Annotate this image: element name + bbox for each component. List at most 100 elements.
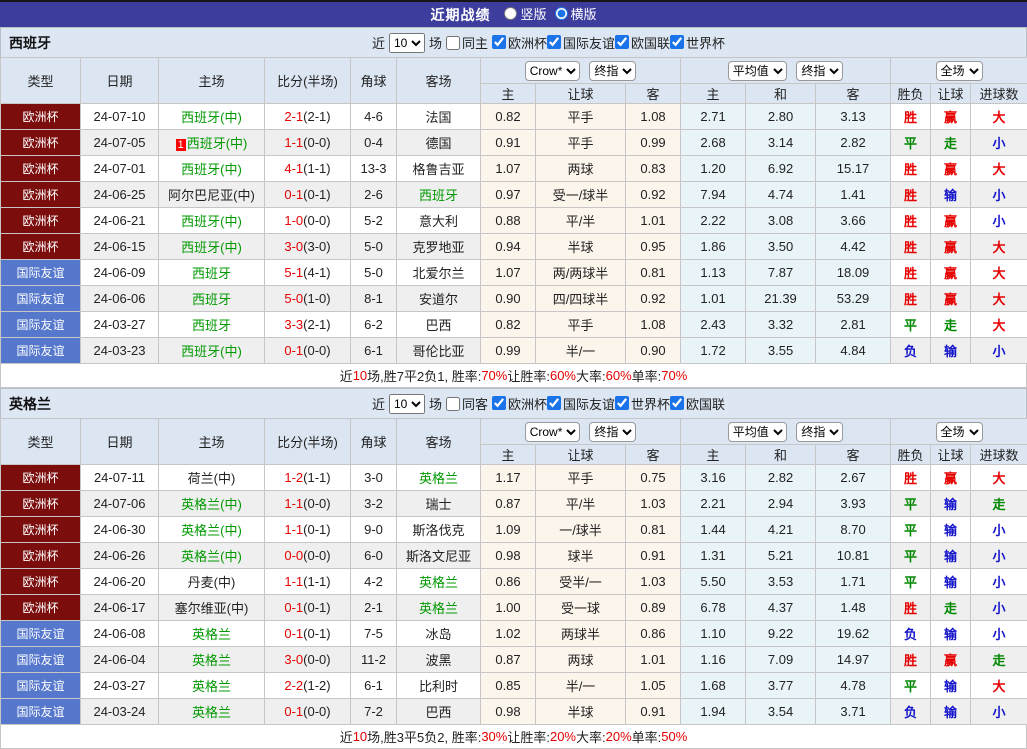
- league-checkbox[interactable]: [615, 35, 629, 49]
- away-team-link[interactable]: 克罗地亚: [412, 240, 464, 255]
- handicap-away-odds-cell: 0.83: [626, 156, 681, 182]
- home-team-link[interactable]: 英格兰: [192, 653, 231, 668]
- home-team-link[interactable]: 英格兰(中): [181, 497, 242, 512]
- home-team-link[interactable]: 西班牙(中): [181, 162, 242, 177]
- recent-count-select[interactable]: 10: [389, 33, 425, 53]
- league-filter[interactable]: 世界杯: [615, 394, 670, 413]
- league-checkbox[interactable]: [615, 396, 629, 410]
- home-team-link[interactable]: 西班牙: [192, 266, 231, 281]
- handicap-line-cell: 平手: [536, 465, 626, 491]
- layout-radio-label: 横版: [571, 4, 597, 23]
- avg-home-odds-cell: 1.16: [681, 647, 746, 673]
- league-checkbox[interactable]: [547, 35, 561, 49]
- home-team-link[interactable]: 西班牙(中): [181, 214, 242, 229]
- away-team-link[interactable]: 巴西: [425, 705, 451, 720]
- league-filter[interactable]: 国际友谊: [547, 394, 615, 413]
- league-checkbox[interactable]: [492, 35, 506, 49]
- away-team-link[interactable]: 北爱尔兰: [412, 266, 464, 281]
- layout-radio-input[interactable]: [555, 7, 568, 20]
- home-team-link[interactable]: 西班牙: [192, 292, 231, 307]
- same-side-filter[interactable]: 同客: [446, 394, 488, 413]
- away-team-link[interactable]: 意大利: [419, 214, 458, 229]
- league-type-cell: 国际友谊: [1, 673, 81, 699]
- sub-home-odds: 主: [481, 445, 536, 465]
- same-side-checkbox[interactable]: [446, 36, 460, 50]
- bookmaker-select[interactable]: Crow*: [525, 61, 580, 81]
- sub-winlose: 胜负: [891, 84, 931, 104]
- home-team-link[interactable]: 英格兰: [192, 705, 231, 720]
- league-filter[interactable]: 欧洲杯: [492, 33, 547, 52]
- layout-radio-input[interactable]: [504, 7, 517, 20]
- away-team-link[interactable]: 德国: [425, 136, 451, 151]
- home-team-link[interactable]: 英格兰(中): [181, 523, 242, 538]
- league-filter[interactable]: 世界杯: [670, 33, 725, 52]
- match-row: 欧洲杯24-06-26英格兰(中)0-0(0-0)6-0斯洛文尼亚0.98球半0…: [1, 543, 1027, 569]
- away-team-link[interactable]: 比利时: [419, 679, 458, 694]
- average-select[interactable]: 平均值: [728, 422, 787, 442]
- away-team-link[interactable]: 安道尔: [419, 292, 458, 307]
- league-filter[interactable]: 欧洲杯: [492, 394, 547, 413]
- half-time-score: (0-1): [303, 187, 330, 202]
- home-team-link[interactable]: 丹麦(中): [188, 575, 236, 590]
- away-team-link[interactable]: 西班牙: [419, 188, 458, 203]
- away-team-link[interactable]: 冰岛: [425, 627, 451, 642]
- home-team-link[interactable]: 西班牙(中): [181, 110, 242, 125]
- away-team-link[interactable]: 斯洛伐克: [412, 523, 464, 538]
- recent-count-select[interactable]: 10: [389, 394, 425, 414]
- league-checkbox[interactable]: [670, 396, 684, 410]
- home-team-link[interactable]: 西班牙(中): [187, 136, 248, 151]
- away-team-link[interactable]: 法国: [425, 110, 451, 125]
- home-team-link[interactable]: 英格兰: [192, 627, 231, 642]
- away-team-link[interactable]: 英格兰: [419, 471, 458, 486]
- average-time-select[interactable]: 终指: [796, 61, 843, 81]
- avg-away-odds-cell: 3.66: [816, 208, 891, 234]
- avg-home-odds-cell: 2.68: [681, 130, 746, 156]
- handicap-home-odds-cell: 1.07: [481, 260, 536, 286]
- same-side-filter[interactable]: 同主: [446, 33, 488, 52]
- period-select[interactable]: 全场: [936, 422, 983, 442]
- league-checkbox[interactable]: [547, 396, 561, 410]
- score-cell: 0-1(0-0): [265, 338, 351, 364]
- bookmaker-select[interactable]: Crow*: [525, 422, 580, 442]
- away-team-link[interactable]: 英格兰: [419, 601, 458, 616]
- away-team-link[interactable]: 巴西: [425, 318, 451, 333]
- match-row: 欧洲杯24-07-051西班牙(中)1-1(0-0)0-4德国0.91平手0.9…: [1, 130, 1027, 156]
- home-team-link[interactable]: 英格兰: [192, 679, 231, 694]
- period-select[interactable]: 全场: [936, 61, 983, 81]
- same-side-checkbox[interactable]: [446, 397, 460, 411]
- handicap-away-odds-cell: 1.01: [626, 647, 681, 673]
- average-select[interactable]: 平均值: [728, 61, 787, 81]
- home-team-link[interactable]: 西班牙: [192, 318, 231, 333]
- match-row: 欧洲杯24-06-20丹麦(中)1-1(1-1)4-2英格兰0.86受半/一1.…: [1, 569, 1027, 595]
- away-team-link[interactable]: 瑞士: [425, 497, 451, 512]
- league-checkbox[interactable]: [670, 35, 684, 49]
- layout-radio[interactable]: 横版: [555, 4, 597, 23]
- section-summary: 近10场,胜7平2负1, 胜率:70% 让胜率:60% 大率:60% 单率:70…: [0, 364, 1027, 388]
- away-team-link[interactable]: 英格兰: [419, 575, 458, 590]
- score-cell: 0-0(0-0): [265, 543, 351, 569]
- avg-home-odds-cell: 2.21: [681, 491, 746, 517]
- layout-radio[interactable]: 竖版: [504, 4, 546, 23]
- handicap-home-odds-cell: 1.09: [481, 517, 536, 543]
- corner-cell: 2-1: [351, 595, 397, 621]
- match-row: 国际友谊24-03-23西班牙(中)0-1(0-0)6-1哥伦比亚0.99半/一…: [1, 338, 1027, 364]
- handicap-time-select[interactable]: 终指: [589, 61, 636, 81]
- home-team-link[interactable]: 西班牙(中): [181, 240, 242, 255]
- home-team-link[interactable]: 阿尔巴尼亚(中): [168, 188, 255, 203]
- away-team-link[interactable]: 格鲁吉亚: [412, 162, 464, 177]
- average-time-select[interactable]: 终指: [796, 422, 843, 442]
- away-team-link[interactable]: 哥伦比亚: [412, 344, 464, 359]
- league-filter[interactable]: 欧国联: [670, 394, 725, 413]
- league-checkbox[interactable]: [492, 396, 506, 410]
- league-filter[interactable]: 欧国联: [615, 33, 670, 52]
- away-team-link[interactable]: 斯洛文尼亚: [406, 549, 471, 564]
- away-team-link[interactable]: 波黑: [425, 653, 451, 668]
- goals-result-cell: 小: [971, 130, 1027, 156]
- score-cell: 1-1(0-0): [265, 491, 351, 517]
- league-filter[interactable]: 国际友谊: [547, 33, 615, 52]
- handicap-time-select[interactable]: 终指: [589, 422, 636, 442]
- home-team-link[interactable]: 荷兰(中): [188, 471, 236, 486]
- home-team-link[interactable]: 西班牙(中): [181, 344, 242, 359]
- home-team-link[interactable]: 塞尔维亚(中): [175, 601, 249, 616]
- home-team-link[interactable]: 英格兰(中): [181, 549, 242, 564]
